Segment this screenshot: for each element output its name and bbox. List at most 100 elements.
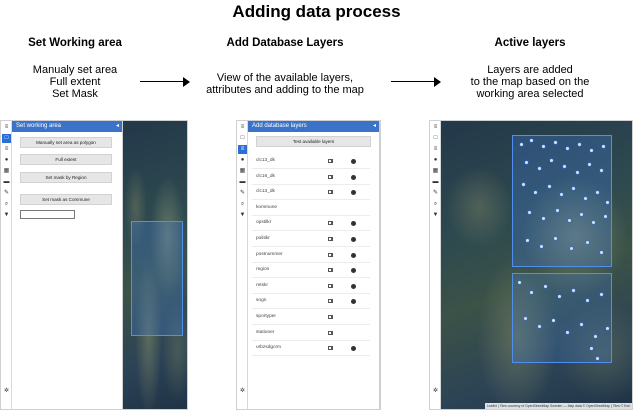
layer-row[interactable]: sogn	[252, 294, 370, 310]
layer-marker[interactable]	[596, 191, 599, 194]
add-layer-icon[interactable]	[351, 237, 356, 242]
layer-marker[interactable]	[566, 331, 569, 334]
mask-region-button[interactable]: Set mask by Region	[20, 172, 112, 183]
attribute-table-icon[interactable]	[328, 174, 333, 179]
layer-marker[interactable]	[604, 215, 607, 218]
filter-icon[interactable]: ▼	[238, 211, 247, 220]
layer-marker[interactable]	[554, 237, 557, 240]
layer-row[interactable]: urbzsdgcrm	[252, 341, 370, 357]
layer-marker[interactable]	[590, 347, 593, 350]
layer-row[interactable]: opstilkr	[252, 216, 370, 232]
gear-icon[interactable]: ✲	[431, 387, 440, 396]
layer-marker[interactable]	[534, 191, 537, 194]
layer-marker[interactable]	[606, 327, 609, 330]
layer-marker[interactable]	[578, 143, 581, 146]
add-layer-icon[interactable]	[351, 268, 356, 274]
globe-icon[interactable]: ●	[2, 156, 11, 165]
active-area-lower[interactable]	[512, 273, 612, 363]
square-icon[interactable]: □	[2, 134, 11, 143]
search-icon[interactable]: ⌕	[2, 200, 11, 209]
layer-marker[interactable]	[550, 159, 553, 162]
layer-marker[interactable]	[580, 213, 583, 216]
layer-marker[interactable]	[590, 149, 593, 152]
layer-marker[interactable]	[596, 357, 599, 360]
layer-marker[interactable]	[530, 139, 533, 142]
menu-icon[interactable]: ≡	[2, 123, 11, 132]
layer-marker[interactable]	[524, 317, 527, 320]
layer-row[interactable]: politikr	[252, 232, 370, 247]
grid-icon[interactable]: ▦	[2, 167, 11, 176]
layer-row[interactable]: postnummer	[252, 248, 370, 263]
layer-marker[interactable]	[570, 247, 573, 250]
attribute-table-icon[interactable]	[328, 221, 333, 226]
layer-marker[interactable]	[588, 163, 591, 166]
globe-icon[interactable]: ●	[431, 156, 440, 165]
layer-marker[interactable]	[600, 169, 603, 172]
layer-marker[interactable]	[520, 143, 523, 146]
gear-icon[interactable]: ✲	[238, 387, 247, 396]
layer-marker[interactable]	[542, 217, 545, 220]
layer-row[interactable]: clc13_dk	[252, 154, 370, 169]
grid-icon[interactable]: ▦	[238, 167, 247, 176]
layer-marker[interactable]	[542, 145, 545, 148]
menu-icon[interactable]: ≡	[431, 123, 440, 132]
layer-marker[interactable]	[554, 141, 557, 144]
attribute-table-icon[interactable]	[328, 315, 333, 319]
layer-marker[interactable]	[560, 193, 563, 196]
layer-marker[interactable]	[525, 161, 528, 164]
add-layer-icon[interactable]	[351, 346, 356, 352]
layer-row[interactable]: sportyper	[252, 310, 370, 325]
full-extent-button[interactable]: Full extent	[20, 154, 112, 165]
attribute-table-icon[interactable]	[328, 330, 333, 335]
add-layer-icon[interactable]	[351, 283, 356, 289]
layer-marker[interactable]	[600, 251, 603, 254]
attribute-table-icon[interactable]	[328, 268, 333, 273]
layer-marker[interactable]	[538, 325, 541, 328]
search-icon[interactable]: ⌕	[238, 200, 247, 209]
folder-icon[interactable]: ▬	[238, 178, 247, 187]
attribute-table-icon[interactable]	[328, 283, 333, 288]
attribute-table-icon[interactable]	[328, 346, 333, 351]
layer-marker[interactable]	[538, 167, 541, 170]
collapse-icon[interactable]: ◂	[373, 121, 376, 132]
layer-marker[interactable]	[526, 239, 529, 242]
layer-marker[interactable]	[558, 295, 561, 298]
test-layers-button[interactable]: Test available layers	[256, 136, 371, 147]
search-icon[interactable]: ⌕	[431, 200, 440, 209]
layer-row[interactable]: region	[252, 263, 370, 279]
layer-marker[interactable]	[568, 219, 571, 222]
add-layer-icon[interactable]	[351, 159, 356, 164]
layer-marker[interactable]	[572, 289, 575, 292]
layer-marker[interactable]	[544, 285, 547, 288]
globe-icon[interactable]: ●	[238, 156, 247, 165]
layer-row[interactable]: stationer	[252, 326, 370, 341]
mask-commune-button[interactable]: Set mask as Commune	[20, 194, 112, 205]
layer-marker[interactable]	[576, 171, 579, 174]
filter-icon[interactable]: ▼	[431, 211, 440, 220]
edit-icon[interactable]: ✎	[238, 189, 247, 198]
layer-row[interactable]: clc16_dk	[252, 170, 370, 185]
layer-row[interactable]: clc13_dk	[252, 185, 370, 201]
layers-icon[interactable]: ≡	[431, 145, 440, 154]
attribute-table-icon[interactable]	[328, 190, 333, 195]
add-layer-icon[interactable]	[351, 299, 356, 305]
layer-marker[interactable]	[586, 299, 589, 302]
layer-marker[interactable]	[518, 281, 521, 284]
menu-icon[interactable]: ≡	[238, 123, 247, 132]
layer-marker[interactable]	[556, 209, 559, 212]
layer-marker[interactable]	[548, 185, 551, 188]
edit-icon[interactable]: ✎	[2, 189, 11, 198]
layer-marker[interactable]	[600, 293, 603, 296]
layers-icon[interactable]: ≡	[238, 145, 247, 154]
add-layer-icon[interactable]	[351, 252, 356, 258]
layer-marker[interactable]	[606, 201, 609, 204]
layer-marker[interactable]	[552, 319, 555, 322]
add-layer-icon[interactable]	[351, 190, 356, 196]
add-layer-icon[interactable]	[351, 174, 356, 180]
layer-marker[interactable]	[528, 211, 531, 214]
layer-row[interactable]: kommune	[252, 201, 370, 216]
attribute-table-icon[interactable]	[328, 252, 333, 257]
attribute-table-icon[interactable]	[328, 159, 333, 163]
layer-marker[interactable]	[563, 165, 566, 168]
layer-marker[interactable]	[586, 241, 589, 244]
